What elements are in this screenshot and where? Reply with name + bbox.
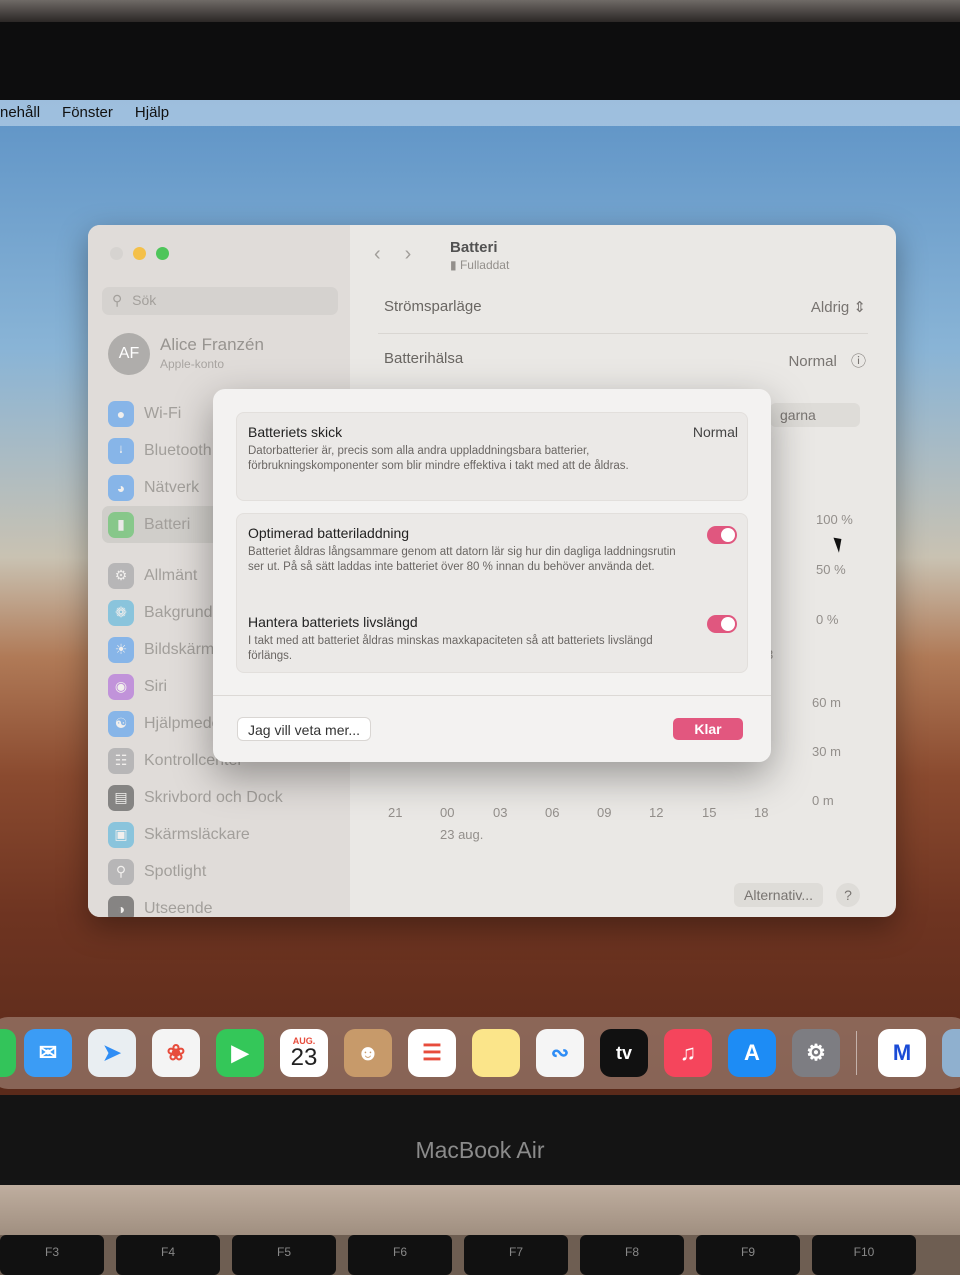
function-key[interactable]: F3 xyxy=(0,1235,104,1275)
device-brand-label: MacBook Air xyxy=(415,1137,545,1163)
calendar-icon[interactable]: AUG. 23 xyxy=(280,1029,328,1077)
battery-condition-value: Normal xyxy=(692,424,738,440)
function-key[interactable]: F10 xyxy=(812,1235,916,1275)
screen-bezel-top xyxy=(0,22,960,100)
reminders-icon[interactable]: ☰ xyxy=(408,1029,456,1077)
dock: ● ✉ ➤ ❀ ▶ AUG. 23 ☻ ☰ ∾ tv ♫ A ⚙ M xyxy=(0,1017,960,1089)
optimized-charging-description: Batteriet åldras långsammare genom att d… xyxy=(248,546,676,573)
malwarebytes-icon[interactable]: M xyxy=(878,1029,926,1077)
menu-bar: nehåll Fönster Hjälp xyxy=(0,100,960,126)
photos-icon[interactable]: ❀ xyxy=(152,1029,200,1077)
function-key[interactable]: F9 xyxy=(696,1235,800,1275)
function-key[interactable]: F8 xyxy=(580,1235,684,1275)
manage-lifespan-toggle[interactable] xyxy=(707,615,737,633)
toggle-knob xyxy=(721,617,735,631)
function-key[interactable]: F5 xyxy=(232,1235,336,1275)
battery-condition-description: Datorbatterier är, precis som alla andra… xyxy=(248,445,629,472)
messages-icon[interactable]: ● xyxy=(0,1029,16,1077)
contacts-icon[interactable]: ☻ xyxy=(344,1029,392,1077)
music-icon[interactable]: ♫ xyxy=(664,1029,712,1077)
system-settings-icon[interactable]: ⚙ xyxy=(792,1029,840,1077)
function-key[interactable]: F4 xyxy=(116,1235,220,1275)
toggle-knob xyxy=(721,528,735,542)
learn-more-button[interactable]: Jag vill veta mer... xyxy=(237,717,372,741)
done-button[interactable]: Klar xyxy=(673,718,743,740)
manage-lifespan-description: I takt med att batteriet åldras minskas … xyxy=(248,635,653,662)
battery-condition-title: Batteriets skick xyxy=(248,424,343,440)
dock-separator xyxy=(856,1031,857,1075)
tv-label: tv xyxy=(615,1042,632,1063)
screen: nehåll Fönster Hjälp ⚲ Sök AF Alice Fran… xyxy=(0,100,960,1095)
battery-health-sheet: Batteriets skick Normal Datorbatterier ä… xyxy=(213,389,771,762)
menu-item-content[interactable]: nehåll xyxy=(0,104,40,126)
apple-tv-icon[interactable]: tv xyxy=(600,1029,648,1077)
sheet-divider xyxy=(213,695,771,696)
calendar-day: 23 xyxy=(290,1044,318,1071)
optimized-charging-title: Optimerad batteriladdning xyxy=(248,525,410,541)
battery-options-card: Optimerad batteriladdning Batteriet åldr… xyxy=(236,513,748,673)
function-key[interactable]: F6 xyxy=(348,1235,452,1275)
app-store-icon[interactable]: A xyxy=(728,1029,776,1077)
battery-condition-card: Batteriets skick Normal Datorbatterier ä… xyxy=(236,412,748,501)
facetime-icon[interactable]: ▶ xyxy=(216,1029,264,1077)
maps-icon[interactable]: ➤ xyxy=(88,1029,136,1077)
menu-item-window[interactable]: Fönster xyxy=(62,104,113,126)
preview-icon[interactable] xyxy=(942,1029,960,1077)
optimized-charging-toggle[interactable] xyxy=(707,526,737,544)
freeform-icon[interactable]: ∾ xyxy=(536,1029,584,1077)
menu-item-help[interactable]: Hjälp xyxy=(135,104,169,126)
function-key-row: F3 F4 F5 F6 F7 F8 F9 F10 xyxy=(0,1235,960,1275)
laptop-chassis xyxy=(0,1185,960,1235)
photo-background xyxy=(0,0,960,22)
mail-icon[interactable]: ✉ xyxy=(24,1029,72,1077)
notes-icon[interactable] xyxy=(472,1029,520,1077)
manage-lifespan-title: Hantera batteriets livslängd xyxy=(248,614,418,630)
function-key[interactable]: F7 xyxy=(464,1235,568,1275)
